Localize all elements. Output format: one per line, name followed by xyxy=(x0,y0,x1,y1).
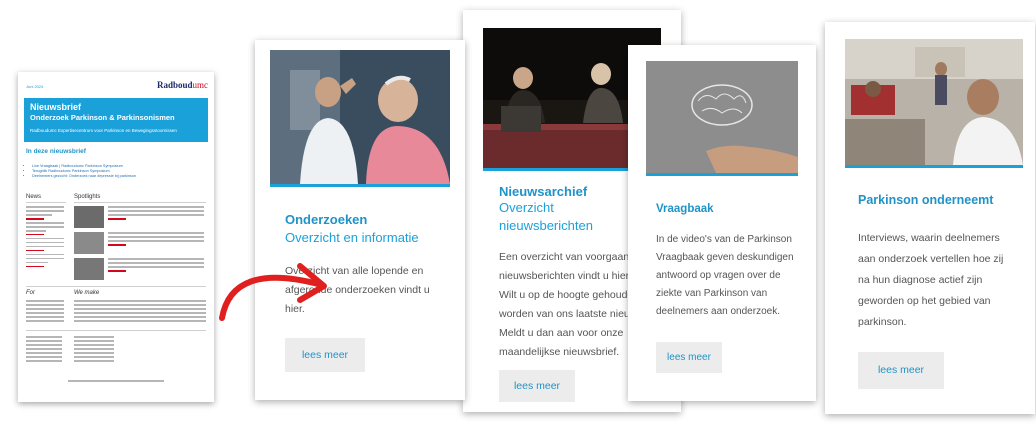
red-arrow-icon xyxy=(219,263,327,321)
